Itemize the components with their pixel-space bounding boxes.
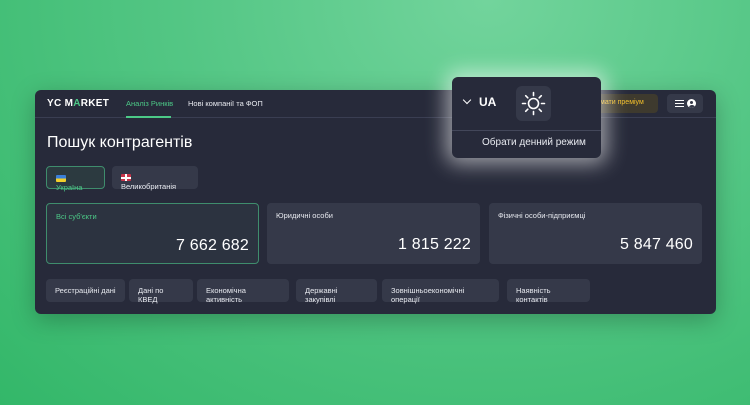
country-label: Україна xyxy=(56,183,83,192)
premium-label: мати преміум xyxy=(600,99,644,106)
filter-tag-public-procurement[interactable]: Державні закупівлі xyxy=(296,279,377,304)
language-selector[interactable]: UA xyxy=(479,95,496,109)
hamburger-icon xyxy=(675,100,684,107)
stat-card-legal-entities[interactable]: Юридичні особи 1 815 222 xyxy=(267,203,480,264)
user-menu-button[interactable] xyxy=(667,94,703,113)
theme-toggle-button[interactable] xyxy=(516,86,551,121)
ua-flag-icon xyxy=(56,175,66,182)
chevron-down-icon[interactable] xyxy=(462,95,472,105)
stat-card-individual-entrepreneurs[interactable]: Фізичні особи-підприємці 5 847 460 xyxy=(489,203,702,264)
app-window: YC MARKET Аналіз Ринків Нові компанії та… xyxy=(35,90,716,314)
settings-popup: UA Обрати денний режим xyxy=(452,77,601,158)
country-tab-great-britain[interactable]: Великобританія xyxy=(112,166,198,191)
stat-label: Всі суб'єкти xyxy=(56,212,97,221)
stat-value: 1 815 222 xyxy=(398,236,471,253)
filter-tag-foreign-trade[interactable]: Зовнішньоекономічні операції xyxy=(382,279,499,304)
country-tab-ukraine[interactable]: Україна xyxy=(46,166,105,192)
top-navigation-bar: YC MARKET Аналіз Ринків Нові компанії та… xyxy=(35,90,716,118)
stat-label: Юридичні особи xyxy=(276,211,333,220)
nav-link-new-companies[interactable]: Нові компанії та ФОП xyxy=(188,99,263,108)
stat-label: Фізичні особи-підприємці xyxy=(498,211,586,220)
country-label: Великобританія xyxy=(121,182,177,191)
gb-flag-icon xyxy=(121,174,131,181)
filter-tag-kved-data[interactable]: Дані по КВЕД xyxy=(129,279,193,304)
user-icon xyxy=(687,99,696,108)
filter-tag-economic-activity[interactable]: Економічна активність xyxy=(197,279,289,304)
sun-icon xyxy=(521,91,546,116)
theme-tooltip: Обрати денний режим xyxy=(482,137,586,148)
active-nav-underline xyxy=(126,116,171,118)
filter-tag-registration-data[interactable]: Реєстраційні дані xyxy=(46,279,125,302)
stat-card-all-entities[interactable]: Всі суб'єкти 7 662 682 xyxy=(46,203,259,264)
page-title: Пошук контрагентів xyxy=(47,134,193,151)
popup-divider xyxy=(452,130,601,131)
nav-link-market-analysis[interactable]: Аналіз Ринків xyxy=(126,99,173,108)
stat-value: 5 847 460 xyxy=(620,236,693,253)
filter-tag-contacts[interactable]: Наявність контактів xyxy=(507,279,590,304)
stat-value: 7 662 682 xyxy=(176,237,249,254)
logo[interactable]: YC MARKET xyxy=(47,98,109,109)
